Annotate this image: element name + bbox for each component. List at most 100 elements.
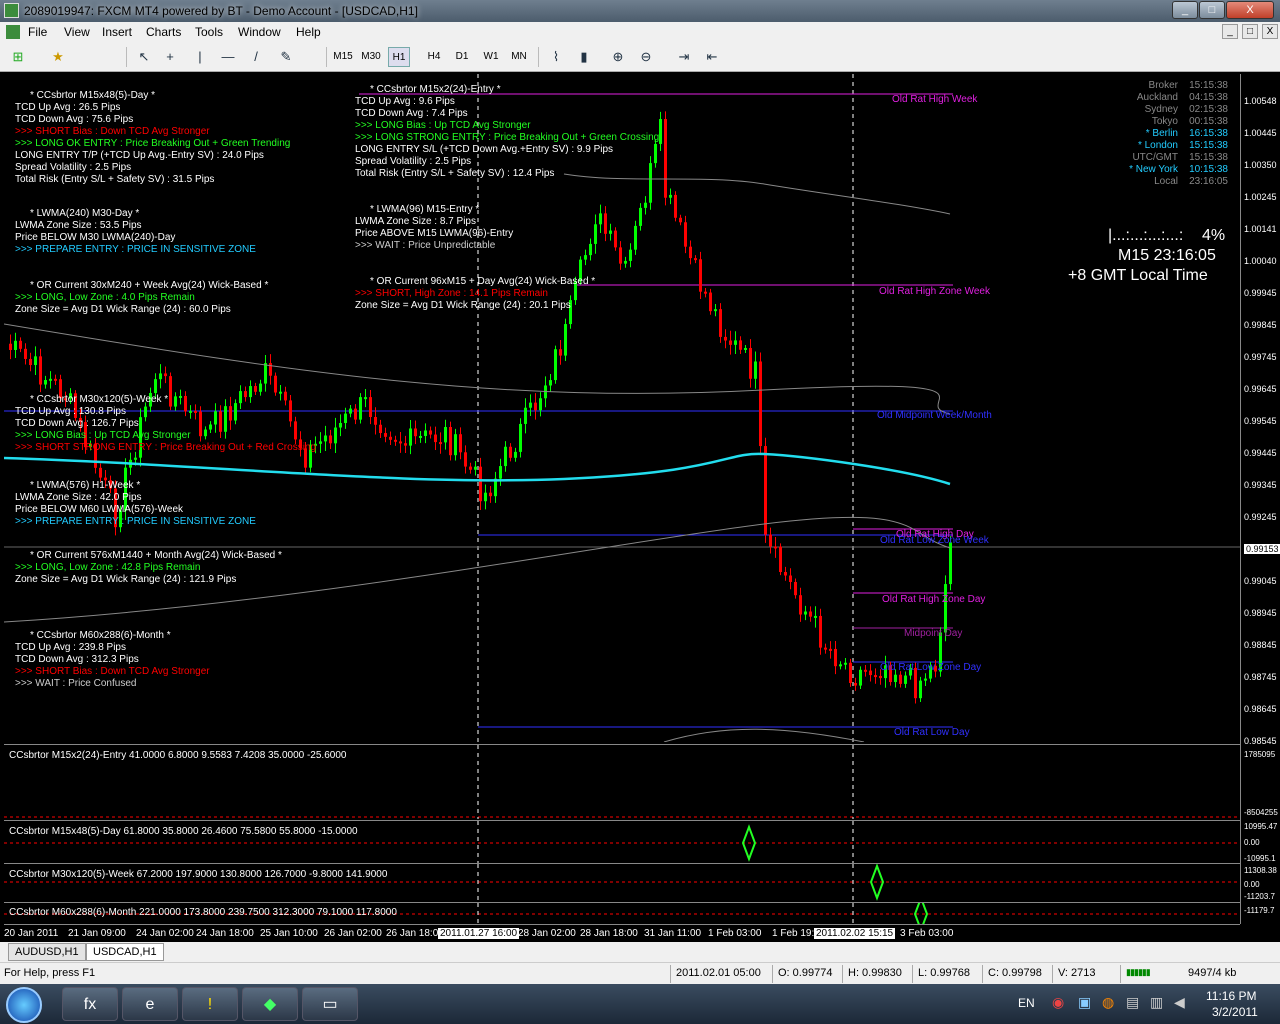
candle-bull [814, 615, 817, 618]
tf-m30-button[interactable]: M30 [358, 47, 384, 67]
tab-audusd[interactable]: AUDUSD,H1 [8, 943, 86, 961]
candle-bull [264, 363, 267, 384]
time-tick: 3 Feb 03:00 [900, 928, 954, 939]
crosshair-icon[interactable]: + [160, 47, 180, 67]
clock-city: * London [1137, 140, 1178, 151]
taskbar-app-ie[interactable]: e [122, 987, 178, 1021]
candle-bear [759, 361, 762, 447]
subwindow-entry[interactable]: CCsbrtor M15x2(24)-Entry 41.0000 6.8000 … [4, 744, 1240, 819]
price-chart[interactable]: * CCsbrtor M15x48(5)-Day * TCD Up Avg : 2… [4, 74, 1240, 742]
candle-bear [819, 615, 822, 648]
menu-window[interactable]: Window [238, 25, 281, 39]
candle-bear [219, 411, 222, 432]
subwindow-week[interactable]: CCsbrtor M30x120(5)-Week 67.2000 197.900… [4, 863, 1240, 902]
profiles-icon[interactable]: ★ [48, 47, 68, 67]
price-tick: 0.99745 [1244, 352, 1277, 362]
menu-help[interactable]: Help [296, 25, 321, 39]
price-tick: 0.99345 [1244, 480, 1277, 490]
taskbar-app-warning[interactable]: ! [182, 987, 238, 1021]
tab-usdcad[interactable]: USDCAD,H1 [86, 943, 164, 961]
candle-bear [679, 217, 682, 223]
indicator-line: Spread Volatility : 2.5 Pips [15, 162, 132, 173]
chart-shift-icon[interactable]: ⇤ [702, 47, 722, 67]
candle-bear [394, 439, 397, 442]
candle-bear [614, 230, 617, 248]
cursor-icon[interactable]: ↖ [134, 47, 154, 67]
subwindow-day[interactable]: CCsbrtor M15x48(5)-Day 61.8000 35.8000 2… [4, 820, 1240, 863]
taskbar-app-window[interactable]: ▭ [302, 987, 358, 1021]
candle-bear [874, 675, 877, 678]
candle-bear [709, 292, 712, 312]
tf-h4-button[interactable]: H4 [424, 47, 444, 67]
taskbar-clock-date[interactable]: 3/2/2011 [1212, 1005, 1258, 1019]
window-title: 2089019947: FXCM MT4 powered by BT - Dem… [24, 4, 418, 18]
app-tray-icon[interactable]: ◍ [1102, 994, 1114, 1011]
tf-d1-button[interactable]: D1 [452, 47, 472, 67]
candle-bull [44, 380, 47, 385]
language-indicator[interactable]: EN [1018, 996, 1035, 1010]
autoscroll-icon[interactable]: ⇥ [674, 47, 694, 67]
shapes-icon[interactable]: ✎ [276, 47, 296, 67]
indicator-line: >>> SHORT STRONG ENTRY : Price Breaking … [15, 442, 317, 453]
candle-bull [474, 466, 477, 470]
candle-bear [54, 378, 57, 381]
zoom-out-icon[interactable]: ⊖ [636, 47, 656, 67]
vertical-line-icon[interactable]: | [190, 47, 210, 67]
indicator-line: * CCsbrtor M60x288(6)-Month * [30, 630, 171, 641]
tf-mn-button[interactable]: MN [508, 47, 530, 67]
time-tick: 28 Jan 02:00 [518, 928, 576, 939]
candle-bull [904, 675, 907, 684]
line-chart-icon[interactable]: ⌇ [546, 47, 566, 67]
candle-bear [9, 343, 12, 350]
candle-bear [769, 534, 772, 547]
menu-view[interactable]: View [64, 25, 90, 39]
maximize-button[interactable]: □ [1199, 1, 1225, 19]
candle-bull [359, 397, 362, 420]
subwindow-month[interactable]: CCsbrtor M60x288(6)-Month 221.0000 173.8… [4, 902, 1240, 925]
new-chart-icon[interactable]: ⊞ [8, 47, 28, 67]
taskbar-app-fxcm[interactable]: fx [62, 987, 118, 1021]
candle-bear [809, 611, 812, 617]
candle-bull [49, 378, 52, 381]
candle-bear [489, 492, 492, 497]
start-button[interactable] [6, 987, 42, 1023]
indicator-line: Total Risk (Entry S/L + Safety SV) : 31.… [15, 174, 215, 185]
candle-bull [609, 230, 612, 234]
menu-file[interactable]: File [28, 25, 47, 39]
menu-tools[interactable]: Tools [195, 25, 223, 39]
mdi-restore-button[interactable]: □ [1242, 24, 1258, 39]
candle-bear [834, 648, 837, 667]
candle-bear [429, 430, 432, 435]
minimize-button[interactable]: _ [1172, 1, 1198, 19]
indicator-line: * OR Current 30xM240 + Week Avg(24) Wick… [30, 280, 269, 291]
taskbar-clock-time[interactable]: 11:16 PM [1206, 989, 1256, 1003]
tf-w1-button[interactable]: W1 [480, 47, 502, 67]
tf-h1-button[interactable]: H1 [388, 47, 410, 67]
menu-insert[interactable]: Insert [102, 25, 132, 39]
mdi-minimize-button[interactable]: _ [1222, 24, 1238, 39]
horizontal-line-icon[interactable]: — [218, 47, 238, 67]
candle-bull [539, 398, 542, 411]
mdi-close-button[interactable]: X [1262, 24, 1278, 39]
candle-bear [414, 428, 417, 437]
candle-chart-icon[interactable]: ▮ [574, 47, 594, 67]
candle-bull [924, 678, 927, 681]
candle-bear [604, 213, 607, 234]
tf-m15-button[interactable]: M15 [332, 47, 354, 67]
display-tray-icon[interactable]: ▥ [1150, 994, 1163, 1011]
indicator-line: LWMA Zone Size : 53.5 Pips [15, 220, 142, 231]
indicator-line: >>> SHORT Bias : Down TCD Avg Stronger [15, 126, 210, 137]
price-scale[interactable]: 1.00548 1.00445 1.00350 1.00245 1.00141 1.000… [1240, 74, 1280, 924]
tray-icon[interactable]: ▤ [1126, 994, 1139, 1011]
volume-icon[interactable]: ◀ [1174, 994, 1185, 1011]
taskbar-app-tool[interactable]: ◆ [242, 987, 298, 1021]
candle-bear [284, 391, 287, 401]
security-tray-icon[interactable]: ◉ [1052, 994, 1064, 1011]
clock-time: 16:15:38 [1189, 128, 1228, 139]
menu-charts[interactable]: Charts [146, 25, 181, 39]
network-tray-icon[interactable]: ▣ [1078, 994, 1091, 1011]
trendline-icon[interactable]: / [246, 47, 266, 67]
candle-bull [234, 403, 237, 421]
zoom-in-icon[interactable]: ⊕ [608, 47, 628, 67]
close-button[interactable]: X [1226, 1, 1274, 19]
